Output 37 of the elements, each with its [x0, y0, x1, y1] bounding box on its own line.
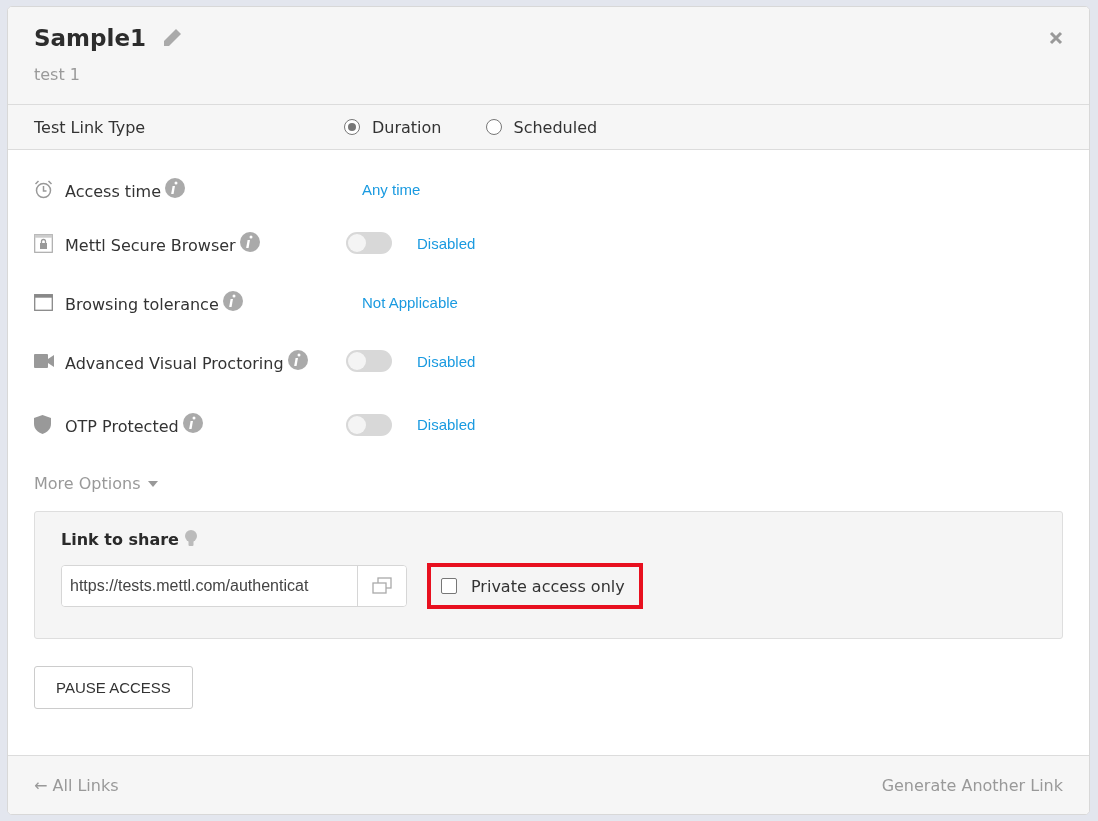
- pencil-icon[interactable]: [162, 28, 182, 48]
- radio-label[interactable]: Scheduled: [513, 117, 598, 137]
- checkbox[interactable]: [441, 578, 457, 594]
- pause-access-button[interactable]: PAUSE ACCESS: [34, 666, 193, 709]
- toggle-switch[interactable]: [346, 350, 392, 372]
- alarm-clock-icon: [34, 180, 53, 199]
- setting-label: Access time: [65, 182, 161, 201]
- setting-value: Disabled: [417, 416, 476, 433]
- toggle-switch[interactable]: [346, 232, 392, 254]
- setting-label: Mettl Secure Browser: [65, 235, 236, 255]
- info-icon[interactable]: [182, 413, 203, 433]
- copy-icon[interactable]: [372, 577, 392, 595]
- toggle-switch[interactable]: [346, 413, 392, 436]
- setting-value: Disabled: [417, 234, 476, 252]
- radio-button[interactable]: [485, 119, 502, 135]
- share-title: Link to share: [61, 530, 179, 549]
- shield-icon: [34, 415, 51, 434]
- info-icon[interactable]: [165, 178, 185, 198]
- radio-label[interactable]: Duration: [372, 117, 442, 137]
- dialog-subtitle: test 1: [34, 65, 81, 84]
- radio-button[interactable]: [344, 119, 360, 135]
- setting-label: OTP Protected: [65, 417, 179, 436]
- lock-window-icon: [34, 233, 53, 253]
- info-icon[interactable]: [239, 231, 260, 252]
- setting-value: Disabled: [417, 352, 476, 370]
- lightbulb-icon: [184, 530, 197, 547]
- info-icon[interactable]: [222, 290, 243, 311]
- caret-icon[interactable]: [148, 480, 159, 487]
- video-camera-icon: [34, 354, 54, 368]
- setting-label: Browsing tolerance: [65, 294, 219, 314]
- link-type-label: Test Link Type: [34, 117, 147, 137]
- browser-window-icon: [34, 293, 53, 311]
- checkbox-label[interactable]: Private access only: [471, 576, 625, 596]
- info-icon[interactable]: [287, 349, 308, 370]
- url-field[interactable]: https://tests.mettl.com/authenticat: [61, 565, 407, 607]
- dialog-title: Sample1: [34, 25, 146, 51]
- setting-label: Advanced Visual Proctoring: [65, 353, 284, 373]
